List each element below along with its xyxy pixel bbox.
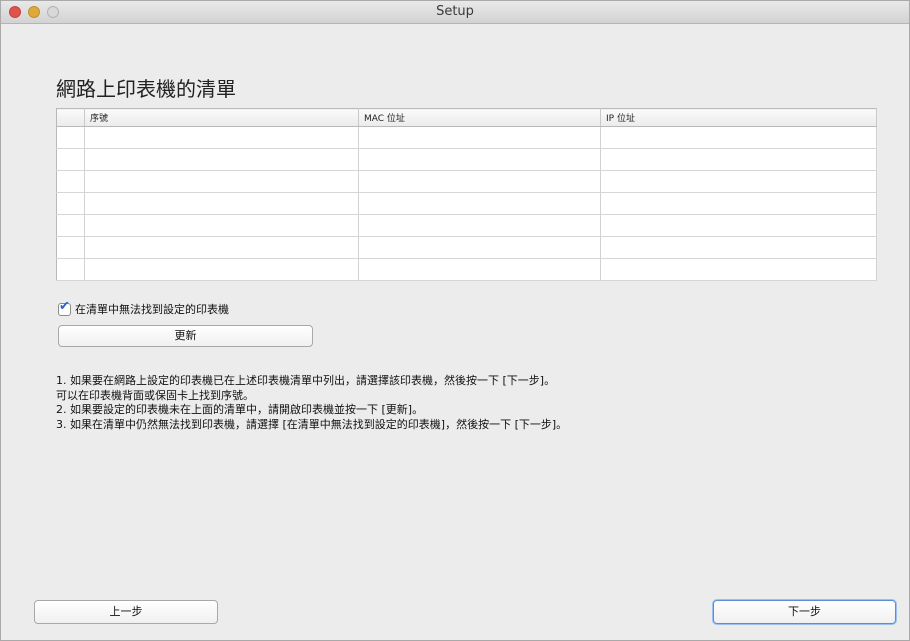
table-row[interactable]	[56, 236, 877, 259]
instruction-line: 可以在印表機背面或保固卡上找到序號。	[56, 388, 254, 402]
table-cell	[600, 148, 877, 171]
table-cell	[358, 148, 601, 171]
column-header-select[interactable]	[56, 108, 85, 127]
table-cell	[600, 192, 877, 215]
table-cell	[56, 214, 85, 237]
instruction-line: 2. 如果要設定的印表機未在上面的清單中，請開啟印表機並按一下 [更新]。	[56, 403, 424, 417]
table-cell	[84, 214, 359, 237]
table-header-row: 序號 MAC 位址 IP 位址	[56, 108, 877, 127]
table-row[interactable]	[56, 214, 877, 237]
table-cell	[56, 258, 85, 281]
column-header-ip[interactable]: IP 位址	[600, 108, 877, 127]
instruction-line: 3. 如果在清單中仍然無法找到印表機，請選擇 [在清單中無法找到設定的印表機]，…	[56, 417, 568, 431]
column-header-serial[interactable]: 序號	[84, 108, 359, 127]
page-title: 網路上印表機的清單	[56, 77, 236, 101]
table-cell	[358, 236, 601, 259]
setup-window: Setup 網路上印表機的清單 序號 MAC 位址 IP 位址 ✔ 在清單中無法…	[0, 0, 910, 641]
table-cell	[84, 258, 359, 281]
table-body	[56, 126, 877, 281]
table-cell	[358, 126, 601, 149]
table-cell	[600, 126, 877, 149]
back-button[interactable]: 上一步	[34, 600, 218, 624]
table-cell	[600, 170, 877, 193]
table-cell	[358, 170, 601, 193]
column-header-mac[interactable]: MAC 位址	[358, 108, 601, 127]
checkmark-icon: ✔	[59, 298, 70, 314]
table-cell	[56, 236, 85, 259]
table-row[interactable]	[56, 126, 877, 149]
not-found-option[interactable]: ✔ 在清單中無法找到設定的印表機	[58, 299, 229, 317]
instructions: 1. 如果要在網路上設定的印表機已在上述印表機清單中列出，請選擇該印表機，然後按…	[56, 374, 876, 432]
table-cell	[56, 192, 85, 215]
table-cell	[358, 214, 601, 237]
table-cell	[600, 236, 877, 259]
table-cell	[600, 258, 877, 281]
refresh-button[interactable]: 更新	[58, 325, 313, 347]
table-cell	[358, 258, 601, 281]
table-cell	[56, 148, 85, 171]
not-found-checkbox-label[interactable]: 在清單中無法找到設定的印表機	[75, 301, 229, 317]
table-row[interactable]	[56, 258, 877, 281]
instruction-line: 1. 如果要在網路上設定的印表機已在上述印表機清單中列出，請選擇該印表機，然後按…	[56, 374, 556, 387]
table-cell	[84, 126, 359, 149]
table-cell	[56, 126, 85, 149]
table-row[interactable]	[56, 148, 877, 171]
table-cell	[84, 148, 359, 171]
table-cell	[84, 236, 359, 259]
next-button[interactable]: 下一步	[713, 600, 896, 624]
table-row[interactable]	[56, 170, 877, 193]
window-title: Setup	[436, 4, 474, 19]
not-found-checkbox[interactable]: ✔	[58, 299, 71, 316]
table-cell	[84, 192, 359, 215]
table-row[interactable]	[56, 192, 877, 215]
table-cell	[600, 214, 877, 237]
table-cell	[56, 170, 85, 193]
title-bar[interactable]: Setup	[1, 1, 909, 24]
table-cell	[84, 170, 359, 193]
table-cell	[358, 192, 601, 215]
printer-list-table[interactable]: 序號 MAC 位址 IP 位址	[56, 108, 877, 281]
